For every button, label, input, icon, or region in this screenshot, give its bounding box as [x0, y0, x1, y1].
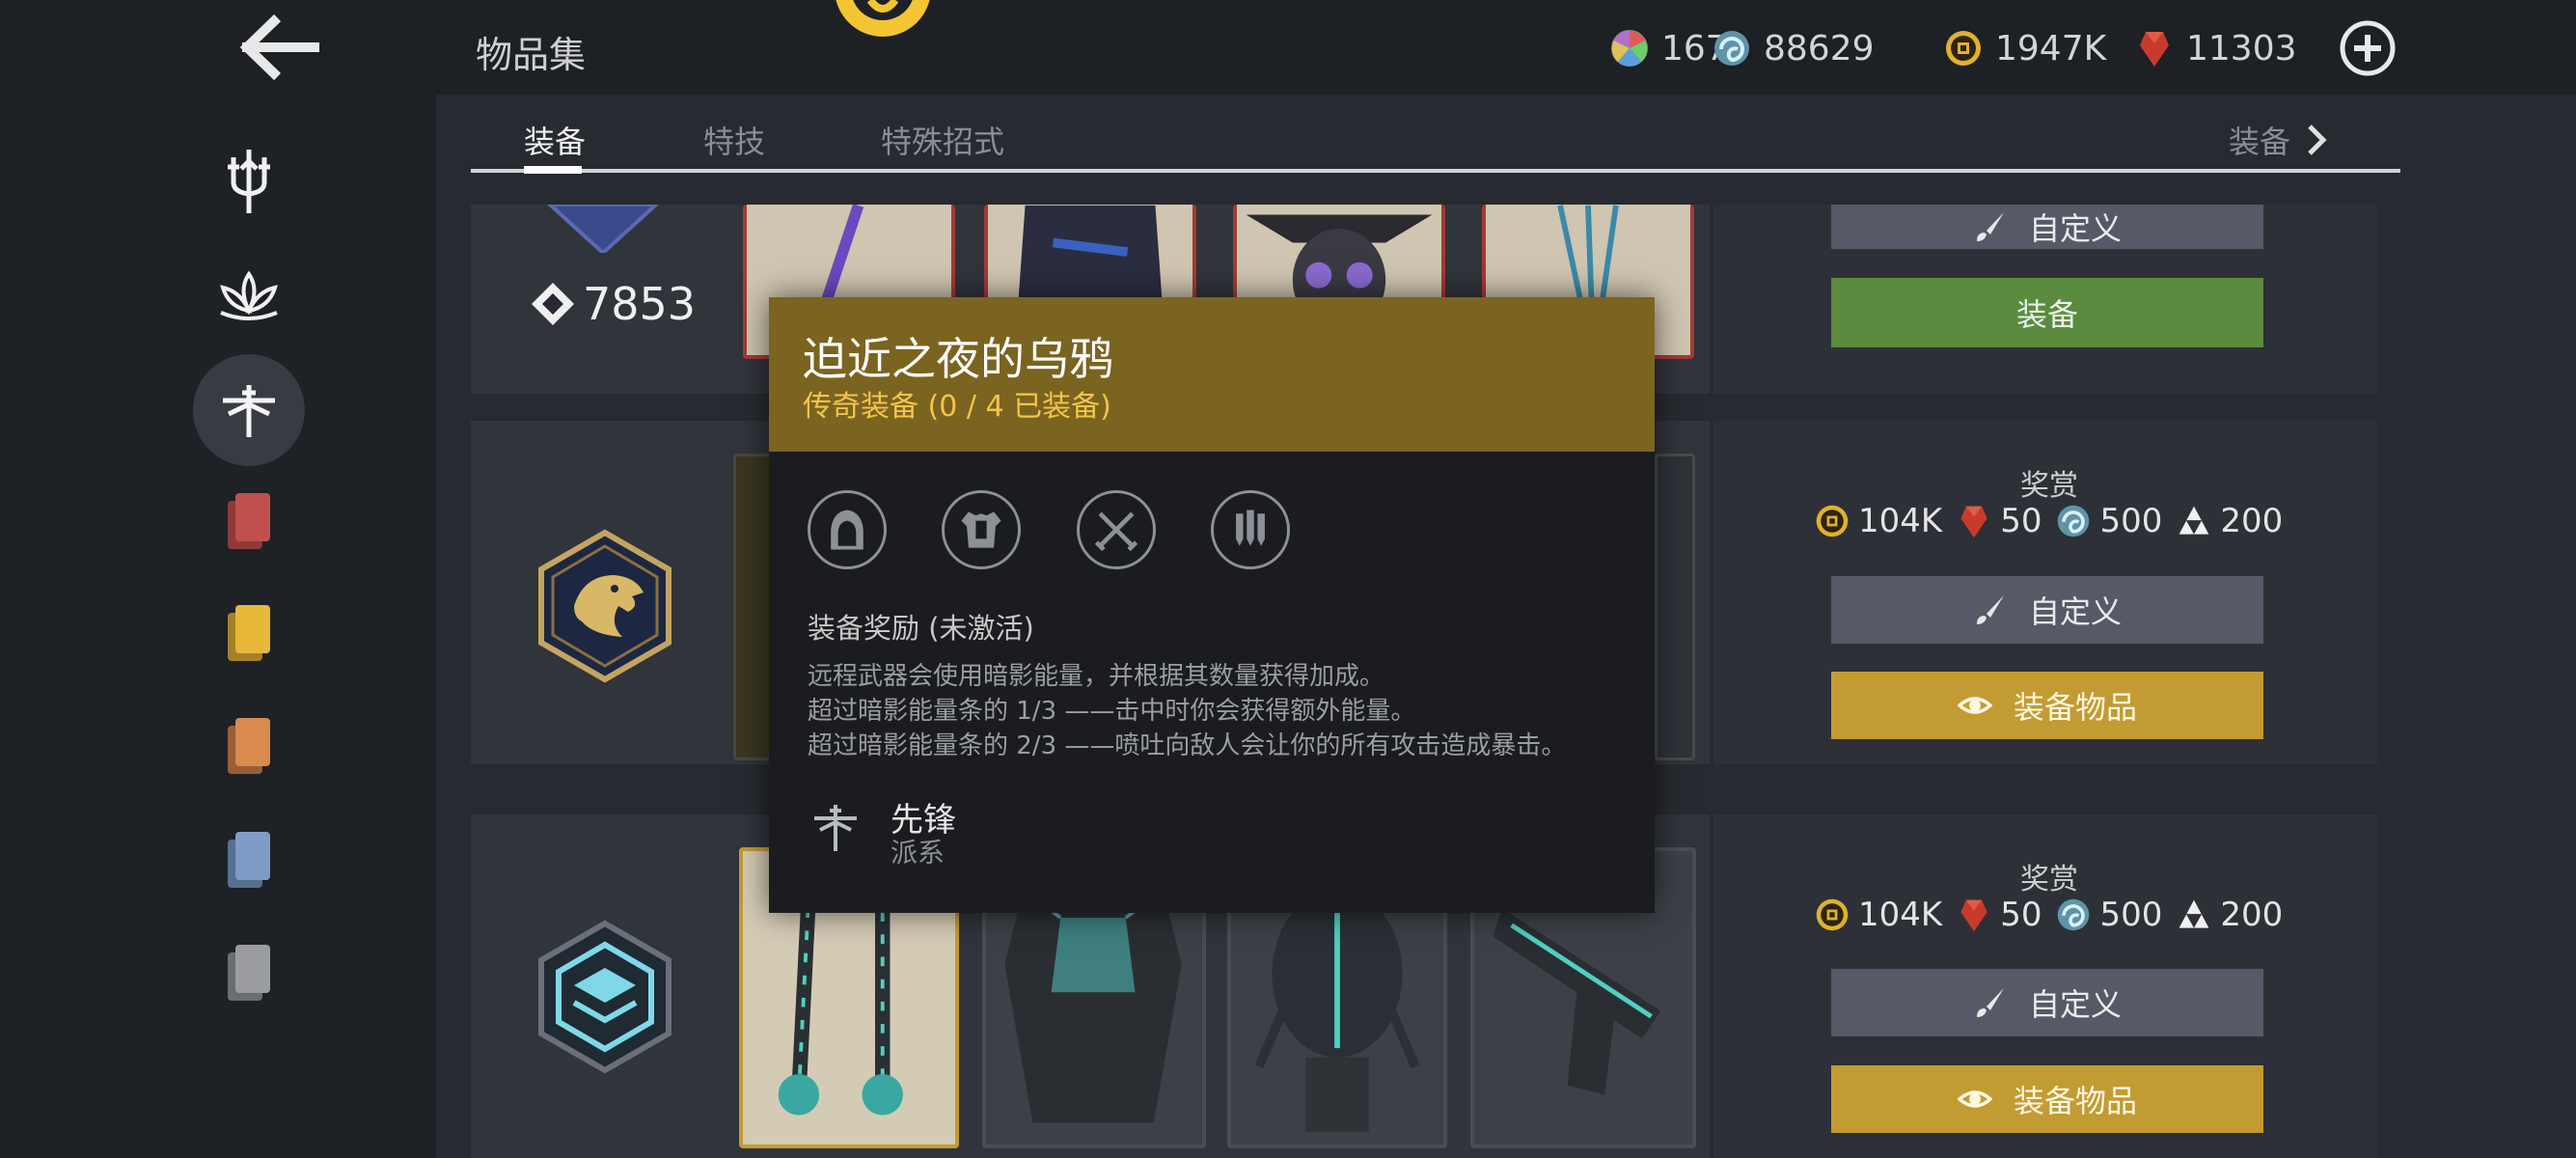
sidebar-item-orange-set[interactable]: [193, 690, 305, 802]
red-cards-icon: [228, 493, 270, 549]
diamond-score-icon: [532, 283, 574, 325]
set-3-rewards: 104K 50 500 200: [1814, 896, 2296, 934]
currency-ruby: 11303: [2134, 23, 2297, 73]
tab-perks[interactable]: 特技: [703, 118, 765, 162]
cube-emblem-icon: [538, 920, 671, 1074]
dragonfly-emblem-icon: [814, 805, 857, 851]
set-3-equip-items-button[interactable]: 装备物品: [1831, 1065, 2263, 1133]
tab-equipment[interactable]: 装备: [524, 118, 586, 162]
set-3-emblem: [535, 920, 674, 1074]
set-3-customize-button[interactable]: 自定义: [1831, 969, 2263, 1036]
eagle-emblem-icon: [538, 529, 671, 683]
eye-icon: [1957, 1090, 1992, 1108]
slot-melee[interactable]: [1077, 490, 1156, 569]
sidebar-item-trident[interactable]: [193, 125, 305, 237]
set-bonus-line: 超过暗影能量条的 1/3 ——击中时你会获得额外能量。: [808, 697, 1416, 726]
swirl-coin-icon: [2058, 505, 2090, 538]
currency-swirl: 88629: [1712, 23, 1875, 73]
lotus-emblem-icon: [220, 270, 278, 320]
set-2-customize-button[interactable]: 自定义: [1831, 576, 2263, 644]
set-2-rewards: 104K 50 500 200: [1814, 502, 2296, 540]
set-tooltip-rarity: 传奇装备 (0 / 4 已装备): [803, 390, 1111, 424]
set-2-equip-items-button[interactable]: 装备物品: [1831, 672, 2263, 739]
sidebar-item-red-set[interactable]: [193, 465, 305, 577]
set-tooltip-name: 迫近之夜的乌鸦: [803, 333, 1113, 385]
tab-active-indicator: [524, 166, 582, 174]
currency-prism: 167: [1609, 23, 1728, 73]
slot-armor[interactable]: [942, 490, 1021, 569]
crossed-swords-icon: [1094, 511, 1138, 552]
set-1-equip-button[interactable]: 装备: [1831, 278, 2263, 347]
brush-icon: [1976, 988, 2004, 1017]
tab-next[interactable]: 装备: [2229, 118, 2331, 162]
ruby-icon: [1960, 506, 1987, 538]
slot-hood[interactable]: [808, 490, 887, 569]
faction-icon: [808, 801, 863, 855]
blue-cards-icon: [228, 832, 270, 888]
set-bonus-line: 远程武器会使用暗影能量，并根据其数量获得加成。: [808, 662, 1385, 691]
sidebar-item-dragonfly[interactable]: [193, 354, 305, 466]
set-2-card-edge: [1655, 454, 1695, 760]
brush-icon: [1976, 212, 2004, 241]
set-bonus-line: 超过暗影能量条的 2/3 ——喷吐向敌人会让你的所有攻击造成暴击。: [808, 731, 1567, 760]
tab-underline: [471, 169, 2400, 173]
set-3-reward-title: 奖赏: [2020, 863, 2078, 896]
set-bonus-title: 装备奖励 (未激活): [808, 612, 1034, 645]
dragonfly-emblem-icon: [223, 385, 275, 437]
add-currency-button[interactable]: [2339, 19, 2397, 77]
tab-special-moves[interactable]: 特殊招式: [881, 118, 1004, 162]
sidebar-item-blue-set[interactable]: [193, 804, 305, 916]
set-2-card-edge: [733, 454, 772, 760]
set-2-emblem: [535, 529, 674, 683]
swirl-coin-icon: [1714, 31, 1749, 66]
currency-gold: 1947K: [1943, 23, 2106, 73]
gold-coin-icon: [1816, 505, 1849, 538]
yellow-cards-icon: [228, 605, 270, 661]
eye-icon: [1957, 697, 1992, 714]
armor-icon: [961, 511, 1001, 548]
sidebar-item-yellow-set[interactable]: [193, 577, 305, 689]
sidebar-item-lotus[interactable]: [193, 241, 305, 353]
set-2-reward-title: 奖赏: [2020, 469, 2078, 503]
plus-circle-icon: [2340, 20, 2396, 76]
swirl-coin-icon: [2058, 898, 2090, 931]
gold-coin-icon: [1816, 898, 1849, 931]
orange-cards-icon: [228, 718, 270, 774]
prism-icon: [1611, 30, 1648, 67]
gray-cards-icon: [228, 945, 270, 1001]
triforce-icon: [2179, 899, 2209, 928]
ruby-icon: [1960, 899, 1987, 932]
page-title: 物品集: [476, 34, 587, 76]
gold-emblem-icon: [830, 0, 936, 56]
slot-ranged[interactable]: [1211, 490, 1290, 569]
set-1-score: 7853: [529, 278, 696, 330]
brush-icon: [1976, 595, 2004, 624]
sidebar-item-gray-set[interactable]: [193, 917, 305, 1029]
trident-emblem-icon: [228, 150, 270, 213]
back-button[interactable]: [239, 14, 320, 81]
set-1-emblem: [540, 203, 666, 256]
set-1-customize-button[interactable]: 自定义: [1831, 205, 2263, 249]
arrow-left-icon: [239, 14, 319, 81]
ruby-icon: [2140, 32, 2169, 67]
chevron-right-icon: [2308, 124, 2327, 155]
faction-label: 派系: [891, 837, 945, 868]
gold-coin-icon: [1946, 31, 1981, 66]
triforce-icon: [2179, 506, 2209, 535]
hood-icon: [831, 510, 863, 550]
throwing-daggers-icon: [1236, 510, 1265, 546]
